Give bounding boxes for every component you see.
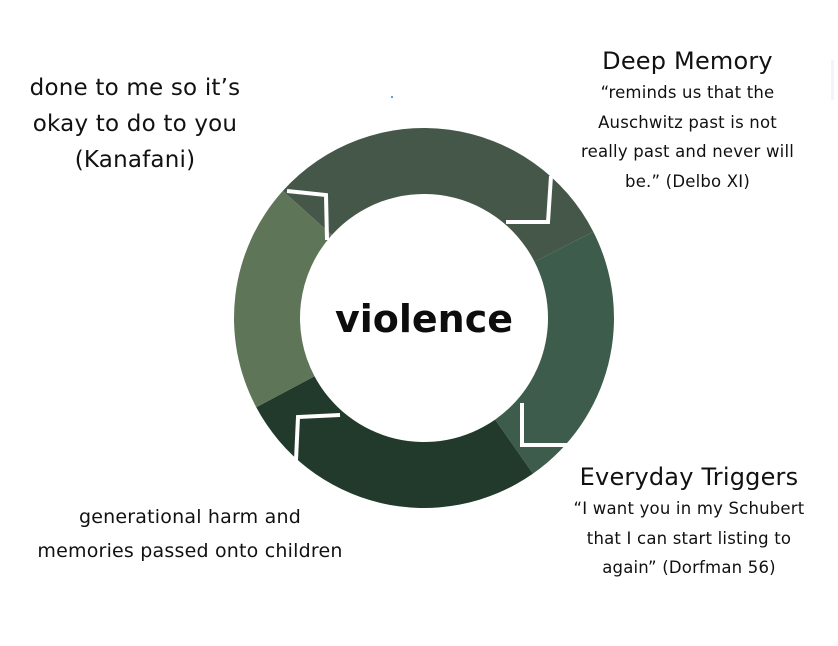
label-left: done to me so it’s okay to do to you (Ka… (20, 70, 250, 178)
everyday-triggers-heading: Everyday Triggers (579, 463, 799, 491)
label-generational-harm: generational harm and memories passed on… (30, 500, 350, 568)
label-left-line: okay to do to you (32, 111, 238, 137)
deep-memory-quote-line: “reminds us that the (600, 83, 775, 102)
everyday-triggers-quote-line: that I can start listing to (586, 528, 792, 548)
label-left-line: (Kanafani) (74, 147, 196, 173)
edge-artifact (831, 60, 834, 100)
deep-memory-quote-line: really past and never will (580, 142, 795, 161)
deep-memory-quote-line: Auschwitz past is not (598, 112, 777, 132)
generational-harm-line: generational harm and (79, 506, 301, 528)
stray-dot (391, 96, 393, 98)
center-label: violence (335, 297, 513, 341)
everyday-triggers-quote-line: “I want you in my Schubert (573, 499, 805, 518)
deep-memory-heading: Deep Memory (602, 47, 773, 75)
deep-memory-quote-line: be.” (Delbo XI) (625, 171, 750, 191)
generational-harm-line: memories passed onto children (37, 540, 343, 562)
label-everyday-triggers: Everyday Triggers “I want you in my Schu… (565, 460, 813, 583)
everyday-triggers-quote-line: again” (Dorfman 56) (602, 558, 776, 577)
label-deep-memory: Deep Memory “reminds us that the Auschwi… (575, 44, 800, 196)
label-left-line: done to me so it’s (29, 75, 241, 101)
